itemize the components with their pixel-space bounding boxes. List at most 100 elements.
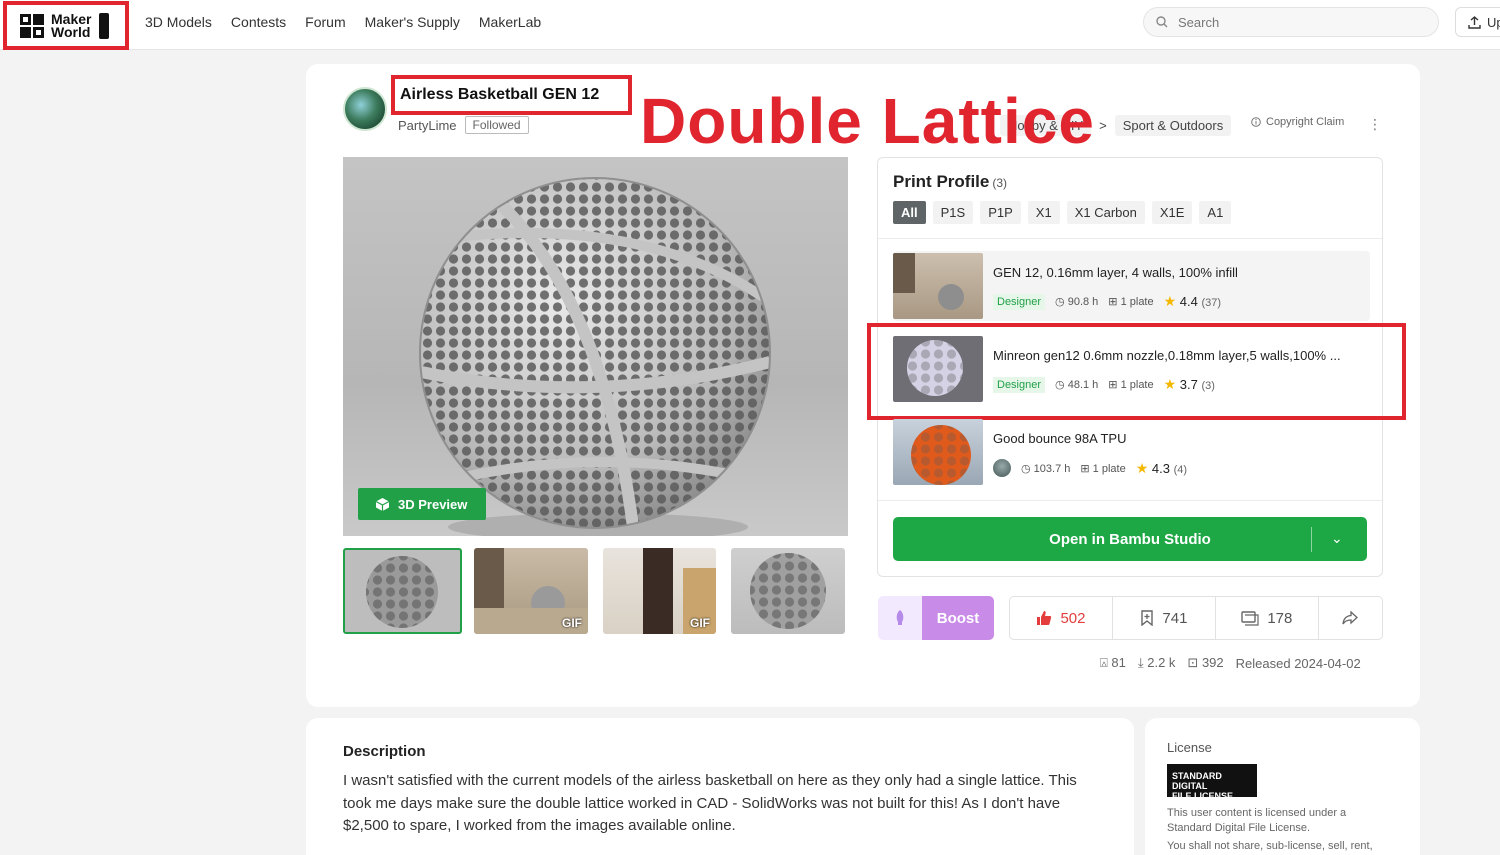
model-stats: ⍓ 81 ⤓ 2.2 k ⊡ 392 Released 2024-04-02 — [1100, 655, 1361, 671]
gif-label: GIF — [562, 616, 582, 630]
action-bar: 502 741 178 — [1009, 596, 1383, 640]
breadcrumb-sport[interactable]: Sport & Outdoors — [1114, 115, 1232, 136]
more-options-icon[interactable]: ⋮ — [1368, 116, 1382, 133]
profile-item[interactable]: GEN 12, 0.16mm layer, 4 walls, 100% infi… — [893, 251, 1370, 321]
gif-label: GIF — [690, 616, 710, 630]
search-icon — [1156, 16, 1168, 28]
nav-contests[interactable]: Contests — [231, 14, 286, 30]
thumbnail-4[interactable] — [731, 548, 845, 634]
main-model-image[interactable] — [343, 157, 848, 536]
bookmark-icon — [1141, 610, 1154, 626]
print-count: ⊡ 392 — [1187, 655, 1224, 670]
search-placeholder: Search — [1178, 14, 1220, 30]
logo-text: Maker World — [51, 10, 92, 40]
thumbnail-3[interactable]: GIF — [603, 548, 716, 634]
profile-rating: ★ 4.4 (37) — [1163, 293, 1222, 309]
share-button[interactable] — [1319, 597, 1382, 639]
profile-meta: Designer ◷ 90.8 h ⊞ 1 plate ★ 4.4 (37) — [993, 293, 1221, 310]
share-icon — [1342, 611, 1359, 625]
profile-rating: ★ 4.3 (4) — [1135, 459, 1188, 476]
star-icon: ★ — [1163, 293, 1177, 309]
logo-badge — [99, 12, 110, 39]
model-title: Airless Basketball GEN 12 — [391, 75, 632, 115]
top-bar: Maker World 3D Models Contests Forum Mak… — [0, 0, 1500, 50]
plate-icon: ⊞ — [1108, 296, 1118, 308]
search-input[interactable]: Search — [1143, 7, 1439, 37]
open-in-bambu-studio-button[interactable]: Open in Bambu Studio — [893, 517, 1367, 561]
thumbnail-1[interactable] — [343, 548, 462, 634]
annotation-double-lattice: Double Lattice — [640, 85, 1095, 157]
description-text: I wasn't satisfied with the current mode… — [343, 772, 1077, 834]
follow-button[interactable]: Followed — [464, 116, 529, 134]
author-name[interactable]: PartyLime — [398, 118, 457, 133]
like-button[interactable]: 502 — [1010, 597, 1113, 639]
divider — [878, 500, 1382, 501]
release-date: Released 2024-04-02 — [1235, 655, 1361, 671]
author-row: PartyLime Followed — [398, 116, 529, 134]
plate-icon: ⊞ — [1080, 462, 1090, 475]
thumbnail-1-image — [366, 556, 438, 628]
chip-x1e[interactable]: X1E — [1151, 201, 1193, 224]
profile-thumbnail — [893, 419, 983, 485]
divider — [878, 238, 1382, 239]
chevron-down-icon[interactable]: ⌄ — [1331, 530, 1343, 547]
info-icon — [1251, 117, 1261, 127]
chip-x1[interactable]: X1 — [1027, 201, 1060, 224]
makerworld-logo[interactable]: Maker World — [3, 1, 129, 50]
chip-p1p[interactable]: P1P — [980, 201, 1021, 224]
chip-x1-carbon[interactable]: X1 Carbon — [1066, 201, 1145, 224]
author-avatar[interactable] — [343, 87, 387, 131]
comments-button[interactable]: 178 — [1216, 597, 1319, 639]
chip-p1s[interactable]: P1S — [932, 201, 974, 224]
profile-title: Good bounce 98A TPU — [993, 431, 1127, 446]
print-time: ◷ 103.7 h — [1021, 462, 1071, 475]
download-count: ⤓ 2.2 k — [1137, 655, 1176, 670]
print-time: ◷ 90.8 h — [1055, 296, 1099, 308]
profile-thumbnail — [893, 253, 983, 319]
profile-meta: ◷ 103.7 h ⊞ 1 plate ★ 4.3 (4) — [993, 459, 1187, 477]
description-heading: Description — [343, 743, 426, 760]
nav-forum[interactable]: Forum — [305, 14, 345, 30]
nav-makerlab[interactable]: MakerLab — [479, 14, 541, 30]
profile-item[interactable]: Good bounce 98A TPU ◷ 103.7 h ⊞ 1 plate … — [893, 417, 1370, 487]
main-nav: 3D Models Contests Forum Maker's Supply … — [145, 14, 541, 30]
nav-3d-models[interactable]: 3D Models — [145, 14, 212, 30]
cube-icon — [375, 497, 390, 511]
boost-count: ⍓ 81 — [1100, 655, 1126, 670]
printer-filter-chips: All P1S P1P X1 X1 Carbon X1E A1 — [893, 201, 1232, 224]
collect-button[interactable]: 741 — [1113, 597, 1216, 639]
boost-label: Boost — [922, 596, 994, 640]
designer-badge: Designer — [993, 293, 1046, 310]
clock-icon: ◷ — [1021, 462, 1031, 475]
comment-icon — [1241, 610, 1259, 626]
boost-button[interactable]: Boost — [878, 596, 994, 640]
plate-count: ⊞ 1 plate — [1108, 296, 1154, 308]
license-heading: License — [1167, 740, 1212, 755]
license-badge[interactable]: STANDARD DIGITAL FILE LICENSE — [1167, 764, 1257, 801]
thumbnail-2[interactable]: GIF — [474, 548, 588, 634]
basketball-render — [419, 177, 771, 536]
chip-a1[interactable]: A1 — [1199, 201, 1232, 224]
star-icon: ★ — [1135, 459, 1149, 476]
thumbs-up-icon — [1037, 611, 1052, 625]
button-separator — [1311, 527, 1312, 552]
license-text: This user content is licensed under a St… — [1167, 807, 1347, 834]
nav-makers-supply[interactable]: Maker's Supply — [365, 14, 460, 30]
upload-button[interactable]: Up — [1455, 7, 1500, 37]
plate-count: ⊞ 1 plate — [1080, 462, 1126, 475]
copyright-claim-link[interactable]: Copyright Claim — [1251, 116, 1344, 128]
chip-all[interactable]: All — [893, 201, 926, 224]
user-avatar-icon — [993, 459, 1011, 477]
rocket-icon — [878, 596, 922, 640]
print-profile-title: Print Profile (3) — [893, 172, 1008, 191]
upload-label: Up — [1487, 14, 1500, 30]
annotation-highlight-box — [867, 323, 1406, 420]
makerworld-logo-icon — [20, 13, 44, 38]
clock-icon: ◷ — [1055, 296, 1065, 308]
breadcrumb-separator: > — [1099, 118, 1107, 133]
license-text-continued: You shall not share, sub-license, sell, … — [1167, 840, 1373, 852]
profile-title: GEN 12, 0.16mm layer, 4 walls, 100% infi… — [993, 265, 1238, 280]
thumbnail-4-image — [750, 553, 826, 629]
3d-preview-button[interactable]: 3D Preview — [358, 488, 486, 520]
upload-icon — [1468, 15, 1481, 29]
